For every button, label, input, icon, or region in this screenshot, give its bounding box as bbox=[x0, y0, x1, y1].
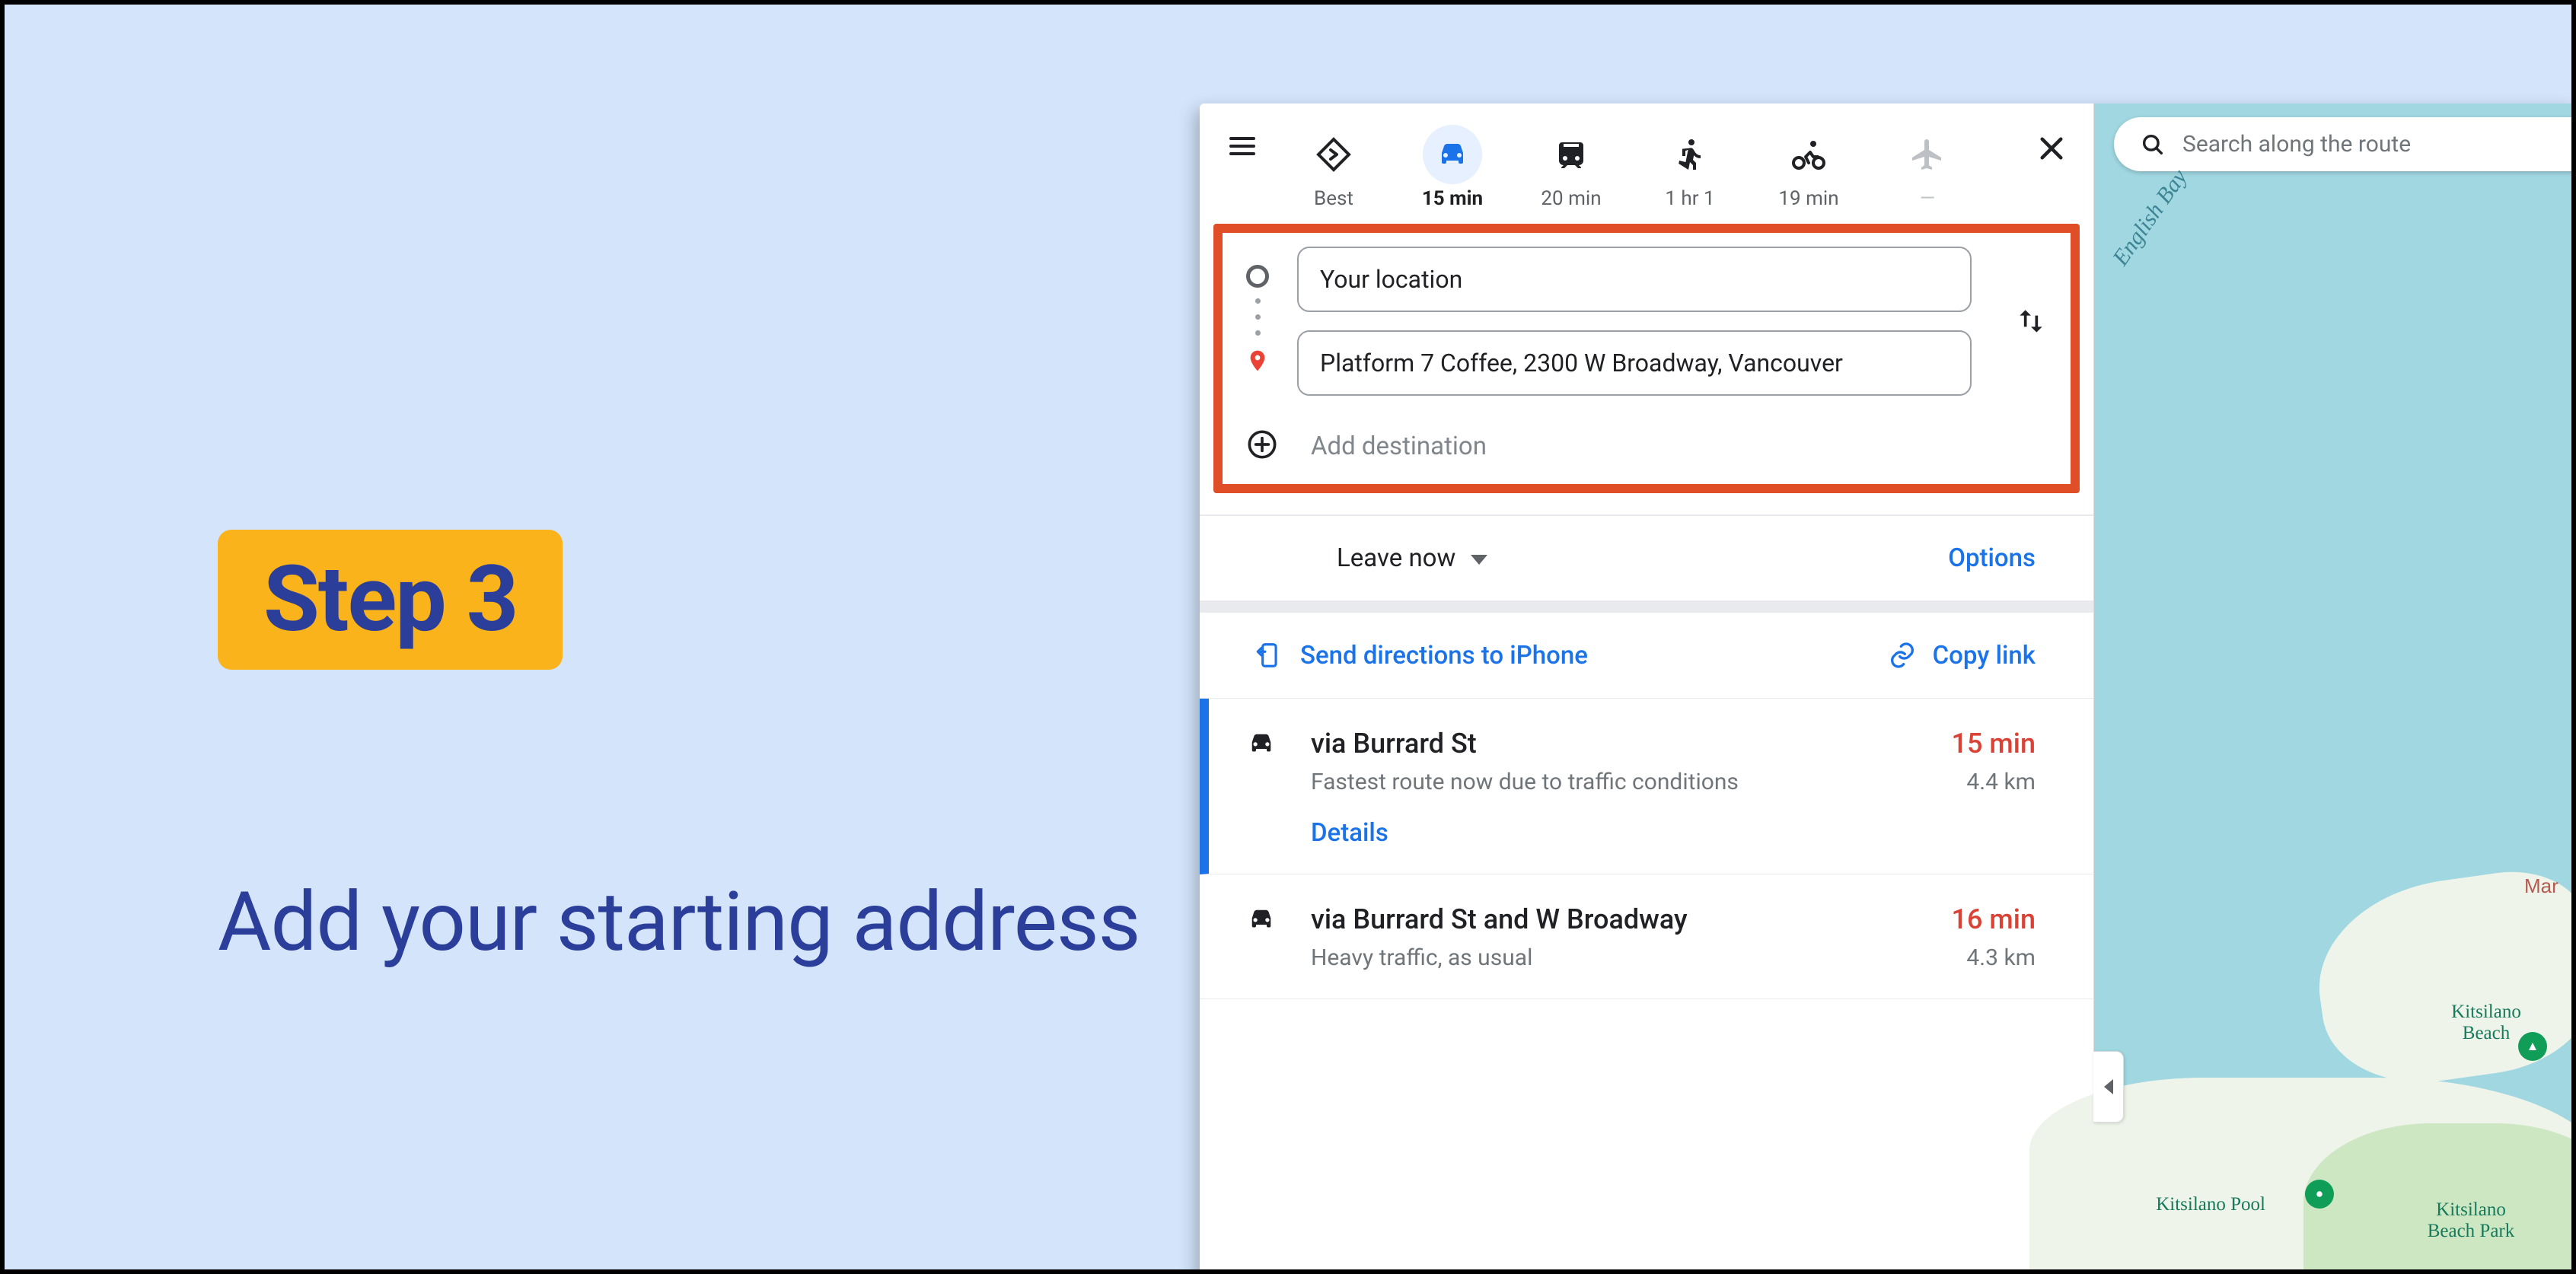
slide-frame: Step 3 Add your starting address Best bbox=[0, 0, 2576, 1274]
send-to-phone-button[interactable]: Send directions to iPhone bbox=[1253, 641, 1588, 670]
step-badge: Step 3 bbox=[218, 530, 563, 670]
waypoint-indicators bbox=[1245, 265, 1270, 378]
step-description: Add your starting address bbox=[218, 868, 1140, 979]
add-destination-button[interactable]: Add destination bbox=[1245, 429, 2048, 463]
options-link[interactable]: Options bbox=[1948, 543, 2036, 573]
search-placeholder: Search along the route bbox=[2182, 131, 2411, 158]
map-poi-dot-icon bbox=[2518, 1032, 2547, 1061]
maps-screenshot: Best 15 min 20 min bbox=[1200, 104, 2576, 1274]
destination-pin-icon bbox=[1245, 346, 1270, 378]
car-icon bbox=[1434, 136, 1471, 173]
mode-bike[interactable]: 19 min bbox=[1760, 117, 1857, 210]
map-label-kitsilano-pool: Kitsilano Pool bbox=[2156, 1194, 2265, 1215]
origin-dot-icon bbox=[1246, 265, 1269, 288]
transit-icon bbox=[1553, 136, 1589, 173]
mode-best[interactable]: Best bbox=[1285, 117, 1382, 210]
hamburger-icon bbox=[1227, 131, 1258, 161]
top-toolbar: Best 15 min 20 min bbox=[1200, 104, 2093, 210]
search-along-route-input[interactable]: Search along the route bbox=[2114, 117, 2576, 171]
origin-input[interactable] bbox=[1297, 247, 1972, 312]
caret-down-icon bbox=[1471, 555, 1487, 565]
leave-now-label: Leave now bbox=[1337, 543, 1455, 573]
thick-divider bbox=[1200, 600, 2093, 613]
mode-transit[interactable]: 20 min bbox=[1522, 117, 1620, 210]
map-label-english-bay: English Bay bbox=[2108, 165, 2192, 271]
mode-transit-label: 20 min bbox=[1541, 187, 1601, 210]
mode-bike-label: 19 min bbox=[1778, 187, 1838, 210]
bike-icon bbox=[1790, 136, 1827, 173]
copy-link-label: Copy link bbox=[1933, 641, 2036, 670]
route-subtitle: Heavy traffic, as usual bbox=[1311, 943, 1532, 973]
origin-destination-highlight: Add destination bbox=[1213, 224, 2080, 493]
mode-best-label: Best bbox=[1314, 187, 1353, 210]
mode-car[interactable]: 15 min bbox=[1404, 117, 1501, 210]
map-poi-dot-icon bbox=[2305, 1180, 2334, 1209]
route-distance: 4.4 km bbox=[1966, 769, 2036, 795]
mode-walk-label: 1 hr 1 bbox=[1665, 187, 1714, 210]
route-subtitle: Fastest route now due to traffic conditi… bbox=[1311, 767, 1739, 797]
walk-icon bbox=[1672, 136, 1708, 173]
car-route-icon bbox=[1245, 728, 1277, 848]
route-time: 16 min bbox=[1952, 903, 2036, 935]
directions-panel: Best 15 min 20 min bbox=[1200, 104, 2094, 1274]
mode-flight[interactable]: — bbox=[1879, 117, 1976, 210]
instruction-text-block: Step 3 Add your starting address bbox=[218, 530, 1140, 979]
link-icon bbox=[1887, 640, 1918, 670]
map-park-shape bbox=[2303, 1123, 2576, 1274]
mode-car-label: 15 min bbox=[1422, 187, 1483, 210]
timing-row: Leave now Options bbox=[1200, 516, 2093, 600]
route-distance: 4.3 km bbox=[1966, 944, 2036, 971]
collapse-panel-button[interactable] bbox=[2093, 1051, 2124, 1123]
send-to-phone-icon bbox=[1253, 641, 1282, 670]
best-icon bbox=[1315, 136, 1352, 173]
map-canvas[interactable]: Search along the route English Bay Mar K… bbox=[2094, 104, 2576, 1274]
menu-button[interactable] bbox=[1221, 125, 1264, 167]
route-item-1[interactable]: via Burrard St 15 min Fastest route now … bbox=[1200, 699, 2093, 874]
add-destination-label: Add destination bbox=[1311, 432, 1487, 461]
route-title: via Burrard St bbox=[1311, 728, 1477, 760]
destination-input[interactable] bbox=[1297, 330, 1972, 396]
swap-icon bbox=[2014, 304, 2048, 338]
plus-circle-icon bbox=[1247, 429, 1277, 463]
send-to-phone-label: Send directions to iPhone bbox=[1300, 641, 1588, 670]
swap-button[interactable] bbox=[2014, 304, 2048, 338]
copy-link-button[interactable]: Copy link bbox=[1887, 640, 2036, 670]
car-route-icon bbox=[1245, 903, 1277, 973]
close-icon bbox=[2036, 132, 2067, 164]
route-time: 15 min bbox=[1952, 728, 2036, 760]
close-directions-button[interactable] bbox=[2031, 128, 2072, 169]
depart-time-dropdown[interactable]: Leave now bbox=[1337, 543, 1487, 573]
actions-row: Send directions to iPhone Copy link bbox=[1200, 613, 2093, 699]
mode-walk[interactable]: 1 hr 1 bbox=[1641, 117, 1739, 210]
route-dots-icon bbox=[1255, 288, 1261, 346]
route-details-link[interactable]: Details bbox=[1311, 818, 2036, 848]
route-item-2[interactable]: via Burrard St and W Broadway 16 min Hea… bbox=[1200, 874, 2093, 999]
location-inputs-row bbox=[1245, 247, 2048, 396]
map-label-kitsilano-beach-park: Kitsilano Beach Park bbox=[2410, 1199, 2532, 1241]
flight-icon bbox=[1909, 136, 1946, 173]
map-label-mar: Mar bbox=[2524, 875, 2576, 897]
search-icon bbox=[2140, 132, 2166, 158]
route-title: via Burrard St and W Broadway bbox=[1311, 903, 1688, 935]
mode-flight-label: — bbox=[1920, 187, 1935, 210]
